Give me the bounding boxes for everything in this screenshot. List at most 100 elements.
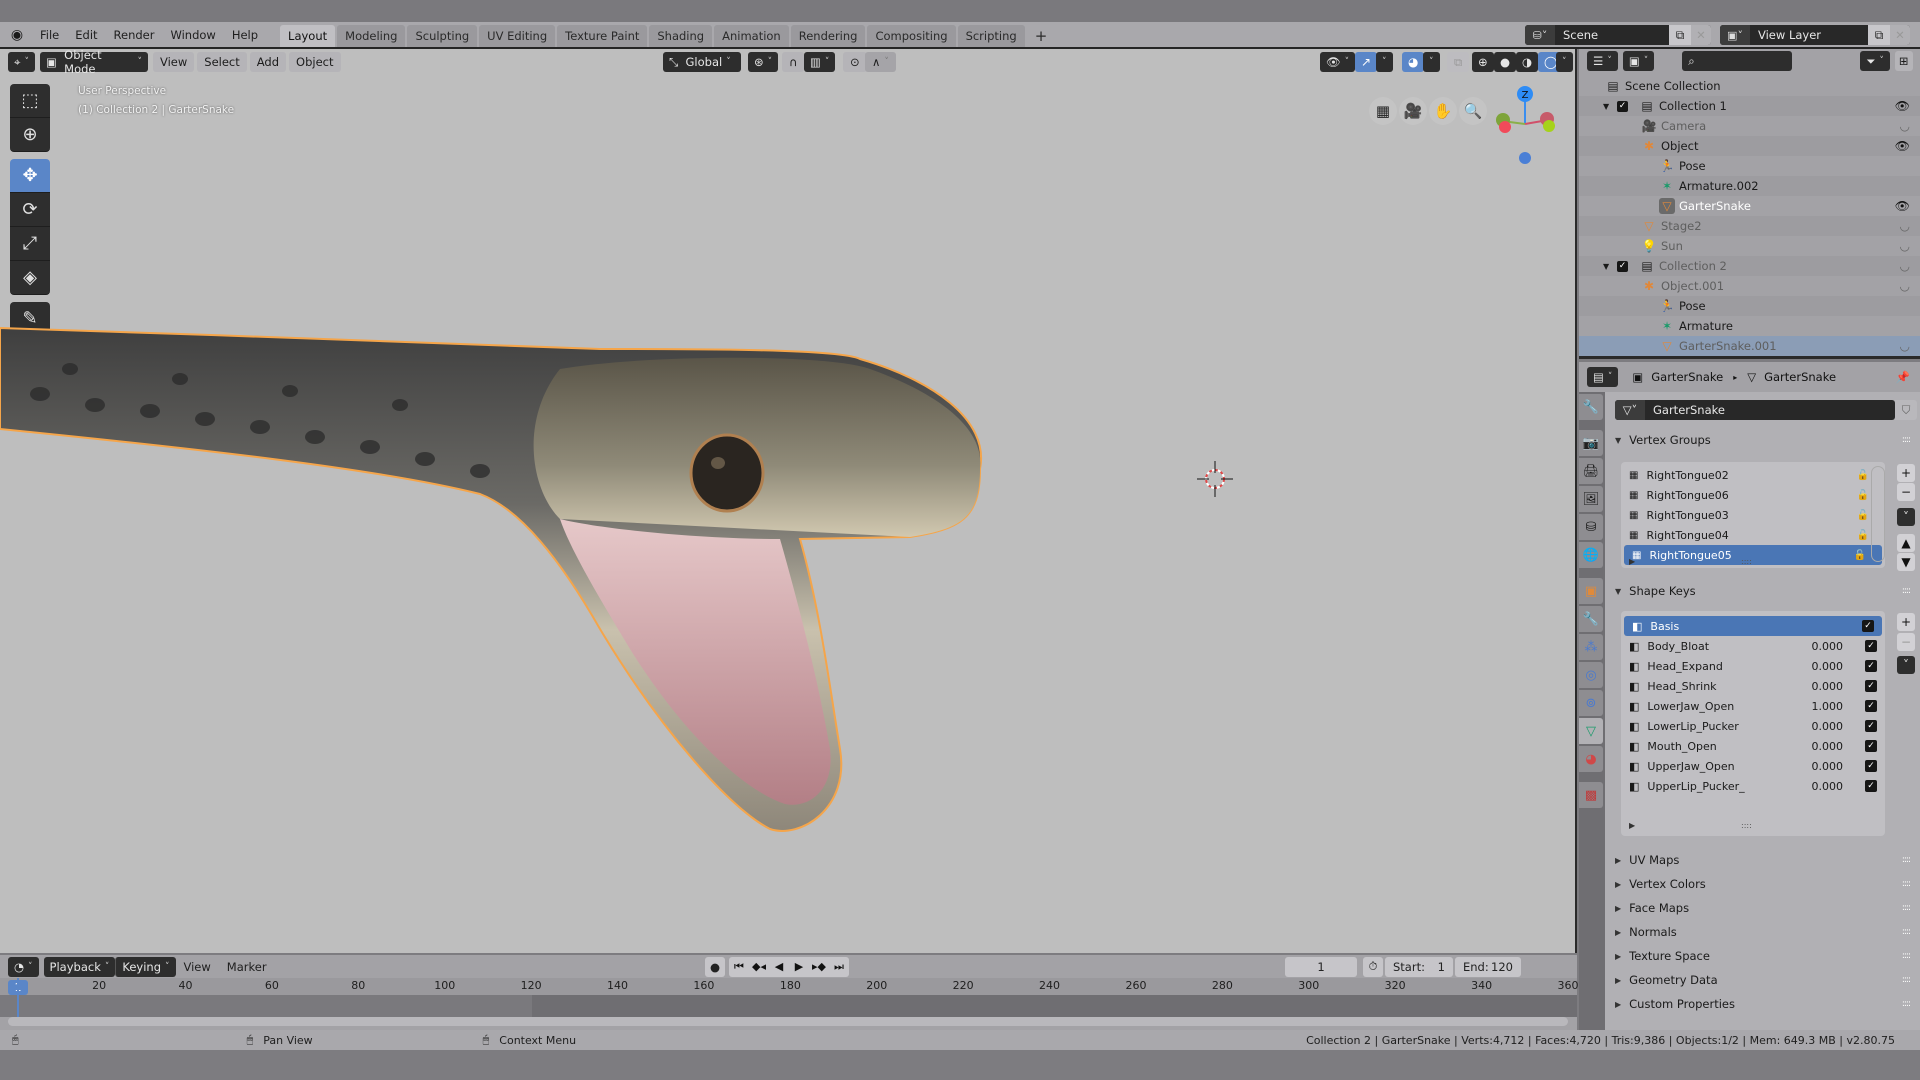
outliner-row[interactable]: ▼ ✓ ▤ Collection 2 ◡ bbox=[1579, 256, 1920, 276]
blender-logo-icon[interactable]: ◉ bbox=[8, 26, 26, 44]
collapsed-panel-header[interactable]: ▶ Texture Space:::: bbox=[1605, 944, 1920, 968]
properties-editor-type[interactable]: ▤ ˅ bbox=[1587, 367, 1619, 387]
outliner-row[interactable]: ▽ GarterSnake.001 ◡ bbox=[1579, 336, 1920, 356]
play-reverse-icon[interactable]: ◀ bbox=[769, 960, 789, 973]
outliner[interactable]: ☰ ˅ ▣ ˅ ⌕ ⏷ ˅ ⊞ ▤ Scene Collection ▼ ✓ ▤ Collect… bbox=[1579, 49, 1920, 359]
end-frame-field[interactable]: End: 120 bbox=[1455, 956, 1521, 977]
tab-constraints[interactable]: ⊚ bbox=[1579, 690, 1603, 716]
shape-key-mute-checkbox[interactable]: ✓ bbox=[1862, 620, 1874, 632]
visibility-hidden-icon[interactable]: ◡ bbox=[1900, 279, 1910, 293]
jump-start-icon[interactable]: ⏮ bbox=[729, 960, 749, 974]
mesh-name[interactable]: GarterSnake bbox=[1653, 403, 1725, 417]
move-down-button[interactable]: ▼ bbox=[1897, 553, 1915, 571]
visibility-hidden-icon[interactable]: ◡ bbox=[1900, 219, 1910, 233]
outliner-row-label[interactable]: Object.001 bbox=[1661, 279, 1724, 293]
tab-view-layer[interactable]: 🖼 bbox=[1579, 486, 1603, 512]
outliner-row[interactable]: ▼ ✓ ▤ Collection 1 👁 bbox=[1579, 96, 1920, 116]
prev-keyframe-icon[interactable]: ◆◂ bbox=[749, 960, 769, 973]
shape-key-value[interactable]: 0.000 bbox=[1812, 720, 1844, 733]
3d-viewport[interactable]: ⌖ ˅ ▣ Object Mode ˅ View Select Add Object… bbox=[0, 49, 1577, 953]
outliner-row[interactable]: ✱ Object.001 ◡ bbox=[1579, 276, 1920, 296]
collapsed-panel-header[interactable]: ▶ Normals:::: bbox=[1605, 920, 1920, 944]
shape-key-name[interactable]: UpperJaw_Open bbox=[1647, 760, 1734, 773]
properties-editor[interactable]: ▤ ˅ ▣ GarterSnake ▸ ▽ GarterSnake 📌 🔧 📷 🖨… bbox=[1579, 362, 1920, 1030]
timeline-view-menu[interactable]: View bbox=[176, 960, 219, 974]
shape-key-mute-checkbox[interactable]: ✓ bbox=[1865, 760, 1877, 772]
vertex-group-specials-button[interactable]: ˅ bbox=[1897, 508, 1915, 526]
outliner-row-label[interactable]: Stage2 bbox=[1661, 219, 1702, 233]
list-filter-toggle-icon[interactable]: ▶ bbox=[1629, 557, 1635, 566]
menu-window[interactable]: Window bbox=[162, 28, 223, 42]
disclosure-triangle-icon[interactable]: ▼ bbox=[1603, 262, 1609, 271]
tab-render[interactable]: 📷 bbox=[1579, 430, 1603, 456]
tab-shading[interactable]: Shading bbox=[649, 24, 713, 47]
outliner-row[interactable]: 💡 Sun ◡ bbox=[1579, 236, 1920, 256]
shape-key-item[interactable]: ◧ Head_Shrink 0.000 ✓ bbox=[1621, 676, 1885, 696]
shape-key-value[interactable]: 0.000 bbox=[1812, 680, 1844, 693]
tab-physics[interactable]: ◎ bbox=[1579, 662, 1603, 688]
shape-key-mute-checkbox[interactable]: ✓ bbox=[1865, 700, 1877, 712]
tab-sculpting[interactable]: Sculpting bbox=[407, 24, 478, 47]
view-layer-name[interactable]: View Layer bbox=[1750, 28, 1868, 42]
vertex-groups-list[interactable]: ▦ RightTongue02 🔓 ▦ RightTongue06 🔓 ▦ RightTong… bbox=[1621, 462, 1885, 568]
visibility-hidden-icon[interactable]: ◡ bbox=[1900, 239, 1910, 253]
unlock-icon[interactable]: 🔓 bbox=[1857, 470, 1869, 481]
shape-key-mute-checkbox[interactable]: ✓ bbox=[1865, 680, 1877, 692]
mesh-browse-icon[interactable]: ▽˅ bbox=[1615, 400, 1645, 420]
outliner-row[interactable]: ✶ Armature.002 bbox=[1579, 176, 1920, 196]
unlock-icon[interactable]: 🔓 bbox=[1854, 550, 1866, 561]
shape-key-name[interactable]: Mouth_Open bbox=[1647, 740, 1716, 753]
menu-edit[interactable]: Edit bbox=[67, 28, 105, 42]
shape-key-value[interactable]: 0.000 bbox=[1812, 640, 1844, 653]
vertex-group-item[interactable]: ▦ RightTongue03 🔓 bbox=[1621, 505, 1885, 525]
disclosure-triangle-icon[interactable]: ▼ bbox=[1603, 102, 1609, 111]
playback-menu[interactable]: Playback ˅ bbox=[43, 956, 116, 977]
delete-scene-icon[interactable]: ✕ bbox=[1691, 25, 1711, 45]
outliner-row[interactable]: ▽ GarterSnake 👁 bbox=[1579, 196, 1920, 216]
visibility-hidden-icon[interactable]: ◡ bbox=[1900, 119, 1910, 133]
tab-particles[interactable]: ⁂ bbox=[1579, 634, 1603, 660]
add-shape-key-button[interactable]: + bbox=[1897, 613, 1915, 631]
shape-key-name[interactable]: Basis bbox=[1650, 620, 1679, 633]
outliner-row-label[interactable]: Armature bbox=[1679, 319, 1733, 333]
tab-output[interactable]: 🖨 bbox=[1579, 458, 1603, 484]
add-vertex-group-button[interactable]: + bbox=[1897, 464, 1915, 482]
outliner-editor-type[interactable]: ☰ ˅ bbox=[1587, 51, 1618, 71]
keying-menu[interactable]: Keying ˅ bbox=[115, 956, 176, 977]
tab-texture-paint[interactable]: Texture Paint bbox=[557, 24, 648, 47]
3d-cursor-icon[interactable] bbox=[1195, 459, 1235, 499]
shape-key-item[interactable]: ◧ UpperJaw_Open 0.000 ✓ bbox=[1621, 756, 1885, 776]
shape-keys-panel-header[interactable]: ▼ Shape Keys :::: bbox=[1605, 579, 1920, 603]
tab-scripting[interactable]: Scripting bbox=[957, 24, 1025, 47]
timeline-editor-type[interactable]: ◔ ˅ bbox=[8, 956, 39, 977]
unlock-icon[interactable]: 🔓 bbox=[1857, 510, 1869, 521]
visibility-eye-icon[interactable]: 👁 bbox=[1895, 99, 1910, 113]
shape-key-mute-checkbox[interactable]: ✓ bbox=[1865, 660, 1877, 672]
tab-mesh-data[interactable]: ▽ bbox=[1579, 718, 1603, 744]
new-scene-icon[interactable]: ⧉ bbox=[1669, 25, 1691, 45]
shape-key-mute-checkbox[interactable]: ✓ bbox=[1865, 640, 1877, 652]
tab-animation[interactable]: Animation bbox=[714, 24, 789, 47]
outliner-row[interactable]: ✱ Object 👁 bbox=[1579, 136, 1920, 156]
timeline-editor[interactable]: ◔ ˅ Playback ˅ Keying ˅ View Marker ● ⏮ ◆◂ … bbox=[0, 955, 1579, 1030]
outliner-row-label[interactable]: Armature.002 bbox=[1679, 179, 1759, 193]
drag-grip-icon[interactable]: :::: bbox=[1902, 586, 1911, 596]
collapsed-panel-header[interactable]: ▶ Vertex Colors:::: bbox=[1605, 872, 1920, 896]
vertex-group-name[interactable]: RightTongue06 bbox=[1646, 489, 1728, 502]
tab-texture[interactable]: ▩ bbox=[1579, 782, 1603, 808]
tab-modifiers[interactable]: 🔧 bbox=[1579, 606, 1603, 632]
timeline-ruler[interactable]: 1 20406080100120140160180200220240260280… bbox=[0, 978, 1579, 995]
display-mode-dropdown[interactable]: ▣ ˅ bbox=[1622, 51, 1655, 71]
outliner-row[interactable]: 🎥 Camera ◡ bbox=[1579, 116, 1920, 136]
outliner-row[interactable]: 🏃 Pose bbox=[1579, 296, 1920, 316]
delete-view-layer-icon[interactable]: ✕ bbox=[1890, 25, 1910, 45]
shape-key-item[interactable]: ◧ Basis ✓ bbox=[1624, 616, 1882, 636]
timeline-track[interactable] bbox=[0, 978, 1577, 1017]
snake-model[interactable] bbox=[0, 49, 1577, 953]
list-resize-grip-icon[interactable]: :::: bbox=[1741, 821, 1752, 830]
shape-key-name[interactable]: LowerJaw_Open bbox=[1647, 700, 1734, 713]
drag-grip-icon[interactable]: :::: bbox=[1902, 999, 1911, 1009]
move-up-button[interactable]: ▲ bbox=[1897, 534, 1915, 552]
outliner-row-label[interactable]: Collection 1 bbox=[1659, 99, 1727, 113]
shape-key-value[interactable]: 1.000 bbox=[1812, 700, 1844, 713]
